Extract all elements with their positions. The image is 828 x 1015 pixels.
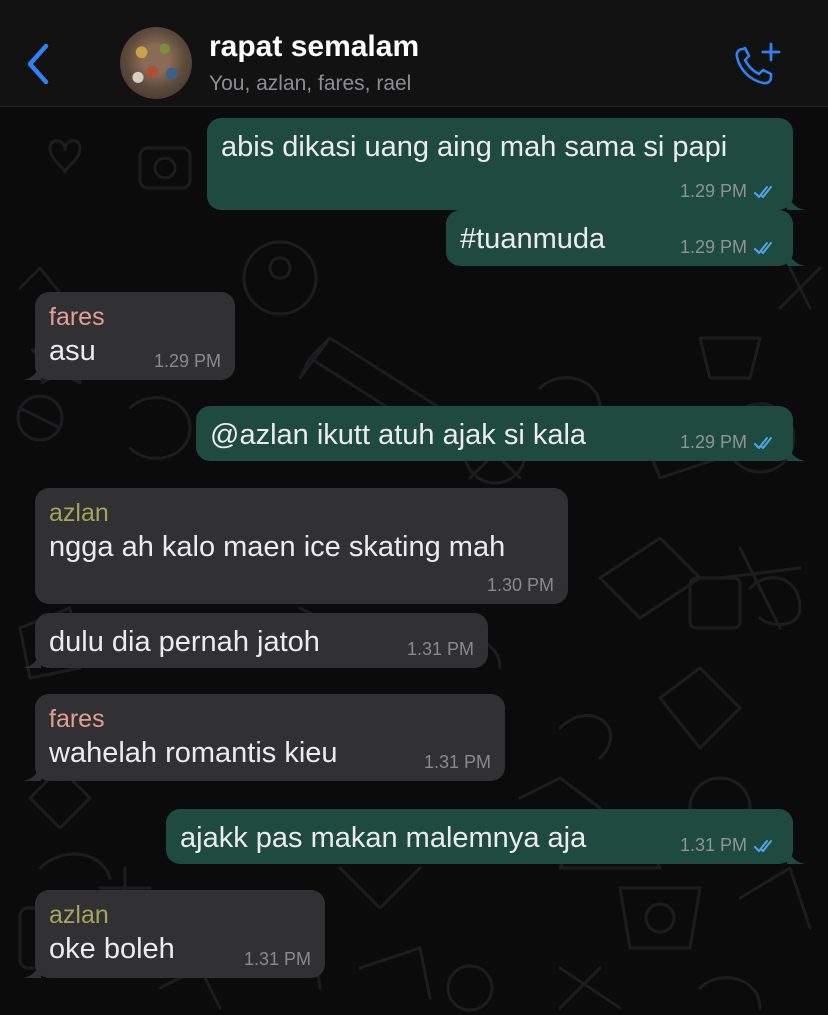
bubble-tail	[23, 761, 41, 781]
message-time: 1.31 PM	[243, 949, 311, 969]
message-bubble-outgoing[interactable]: @azlan ikutt atuh ajak si kala 1.29 PM	[196, 406, 805, 461]
bubble-tail	[787, 441, 805, 461]
message-text: ngga ah kalo maen ice skating mah	[49, 531, 506, 563]
message-time: 1.31 PM	[679, 835, 747, 855]
bubble-tail	[787, 844, 805, 864]
message-meta: 1.29 PM	[154, 351, 221, 372]
message-time: 1.31 PM	[423, 752, 491, 772]
sender-name[interactable]: fares	[49, 704, 491, 734]
message-time: 1.31 PM	[406, 639, 474, 659]
message-bubble-incoming[interactable]: azlan oke boleh 1.31 PM	[23, 890, 325, 978]
message-meta: 1.31 PM	[407, 639, 474, 660]
message-meta: 1.29 PM	[680, 237, 779, 258]
message-meta: 1.30 PM	[487, 575, 554, 596]
phone-add-icon[interactable]	[730, 40, 782, 88]
chat-members[interactable]: You, azlan, fares, rael	[209, 72, 411, 96]
chat-title[interactable]: rapat semalam	[209, 30, 419, 64]
message-bubble-outgoing[interactable]: ajakk pas makan malemnya aja 1.31 PM	[166, 809, 805, 864]
sender-name[interactable]: fares	[49, 302, 221, 332]
message-bubble-incoming[interactable]: fares wahelah romantis kieu 1.31 PM	[23, 694, 505, 781]
bubble-tail	[787, 190, 805, 210]
message-time: 1.29 PM	[679, 432, 747, 452]
group-avatar[interactable]	[120, 27, 192, 99]
message-time: 1.29 PM	[153, 351, 221, 371]
sender-name[interactable]: azlan	[49, 498, 554, 528]
message-meta: 1.29 PM	[680, 432, 779, 453]
message-bubble-incoming[interactable]: azlan ngga ah kalo maen ice skating mah …	[35, 488, 568, 604]
message-text: abis dikasi uang aing mah sama si papi	[221, 131, 728, 163]
read-ticks-icon	[754, 185, 772, 198]
message-bubble-incoming[interactable]: fares asu 1.29 PM	[23, 292, 235, 380]
bubble-tail	[23, 648, 41, 668]
chat-header: rapat semalam You, azlan, fares, rael	[0, 0, 828, 107]
read-ticks-icon	[754, 839, 772, 852]
bubble-tail	[787, 246, 805, 266]
read-ticks-icon	[754, 241, 772, 254]
chevron-left-icon[interactable]	[24, 42, 52, 86]
message-list[interactable]: abis dikasi uang aing mah sama si papi 1…	[0, 108, 828, 1015]
message-time: 1.29 PM	[679, 181, 747, 201]
message-time: 1.30 PM	[486, 575, 554, 595]
message-meta: 1.31 PM	[424, 752, 491, 773]
message-time: 1.29 PM	[679, 237, 747, 257]
sender-name[interactable]: azlan	[49, 900, 311, 930]
read-ticks-icon	[754, 436, 772, 449]
message-meta: 1.29 PM	[680, 181, 779, 202]
message-bubble-outgoing[interactable]: abis dikasi uang aing mah sama si papi 1…	[207, 118, 805, 210]
message-bubble-outgoing[interactable]: #tuanmuda 1.29 PM	[446, 210, 805, 266]
message-bubble-incoming[interactable]: dulu dia pernah jatoh 1.31 PM	[23, 613, 488, 668]
bubble-tail	[23, 958, 41, 978]
message-meta: 1.31 PM	[680, 835, 779, 856]
bubble-tail	[23, 360, 41, 380]
message-meta: 1.31 PM	[244, 949, 311, 970]
